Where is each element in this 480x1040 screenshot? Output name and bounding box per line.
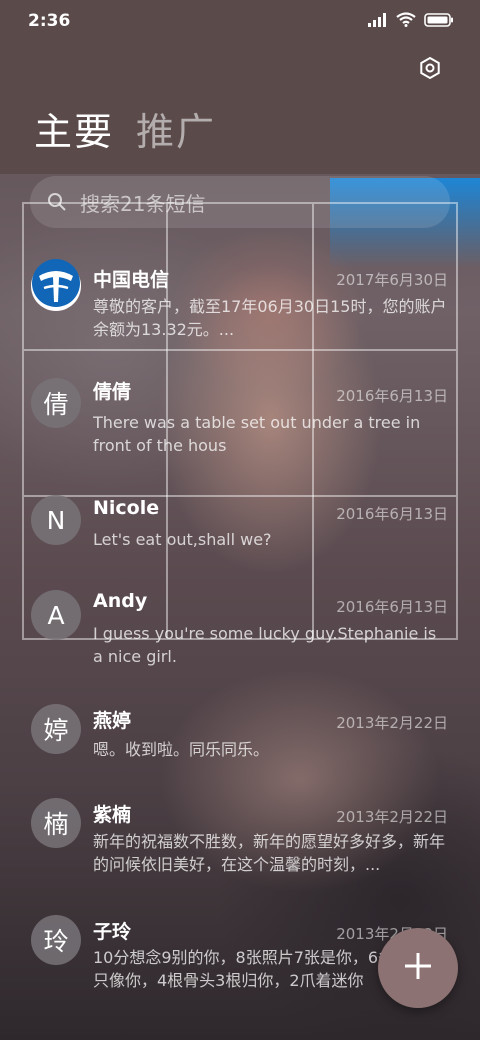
compose-button[interactable] xyxy=(378,928,458,1008)
battery-icon xyxy=(424,12,454,31)
avatar: 楠 xyxy=(31,798,81,848)
conversation-item[interactable]: 倩 倩倩 2016年6月13日 There was a table set ou… xyxy=(0,375,480,475)
contact-name: Nicole xyxy=(93,497,160,519)
wifi-icon xyxy=(396,12,416,31)
conversation-item[interactable]: 婷 燕婷 2013年2月22日 嗯。收到啦。同乐同乐。 xyxy=(0,702,480,782)
message-date: 2017年6月30日 xyxy=(336,271,448,289)
avatar: N xyxy=(31,495,81,545)
avatar: 玲 xyxy=(31,915,81,965)
contact-name: Andy xyxy=(93,590,148,612)
message-date: 2016年6月13日 xyxy=(336,598,448,616)
gear-icon xyxy=(418,56,442,84)
contact-name: 燕婷 xyxy=(93,710,132,732)
signal-icon xyxy=(368,12,388,31)
conversation-item[interactable]: N Nicole 2016年6月13日 Let's eat out,shall … xyxy=(0,495,480,575)
china-telecom-logo-icon xyxy=(31,258,81,314)
conversation-item[interactable]: 楠 紫楠 2013年2月22日 新年的祝福数不胜数，新年的愿望好多好多，新年的问… xyxy=(0,796,480,896)
message-preview: 新年的祝福数不胜数，新年的愿望好多好多，新年的问候依旧美好，在这个温馨的时刻，.… xyxy=(93,832,446,874)
plus-icon xyxy=(403,951,433,985)
search-bar[interactable]: 搜索21条短信 xyxy=(30,176,450,228)
conversation-item[interactable]: 中国电信 2017年6月30日 尊敬的客户，截至17年06月30日15时，您的账… xyxy=(0,250,480,350)
settings-button[interactable] xyxy=(416,56,444,84)
app-header: 2:36 主要 推广 xyxy=(0,0,480,174)
avatar: 婷 xyxy=(31,704,81,754)
message-preview: 嗯。收到啦。同乐同乐。 xyxy=(93,740,270,759)
contact-name: 倩倩 xyxy=(93,381,132,403)
message-date: 2013年2月22日 xyxy=(336,808,448,826)
contact-name: 中国电信 xyxy=(93,269,170,291)
search-placeholder: 搜索21条短信 xyxy=(80,191,206,216)
message-preview: Let's eat out,shall we? xyxy=(93,530,272,549)
message-date: 2013年2月22日 xyxy=(336,714,448,732)
avatar xyxy=(31,258,81,314)
message-date: 2016年6月13日 xyxy=(336,505,448,523)
conversation-item[interactable]: A Andy 2016年6月13日 I guess you're some lu… xyxy=(0,586,480,686)
message-date: 2016年6月13日 xyxy=(336,387,448,405)
message-preview: I guess you're some lucky guy.Stephanie … xyxy=(93,624,437,666)
status-bar: 2:36 xyxy=(0,0,480,42)
message-preview: 尊敬的客户，截至17年06月30日15时，您的账户余额为13.32元。... xyxy=(93,297,447,339)
message-preview: There was a table set out under a tree i… xyxy=(93,413,421,455)
status-time: 2:36 xyxy=(28,11,71,31)
status-icons xyxy=(368,12,454,31)
contact-name: 紫楠 xyxy=(93,804,132,826)
avatar: 倩 xyxy=(31,378,81,428)
tab-primary[interactable]: 主要 xyxy=(34,108,114,156)
tab-promotions[interactable]: 推广 xyxy=(136,108,216,156)
contact-name: 子玲 xyxy=(93,921,132,943)
tab-bar: 主要 推广 xyxy=(34,108,216,156)
avatar: A xyxy=(31,590,81,640)
search-icon xyxy=(46,191,68,213)
